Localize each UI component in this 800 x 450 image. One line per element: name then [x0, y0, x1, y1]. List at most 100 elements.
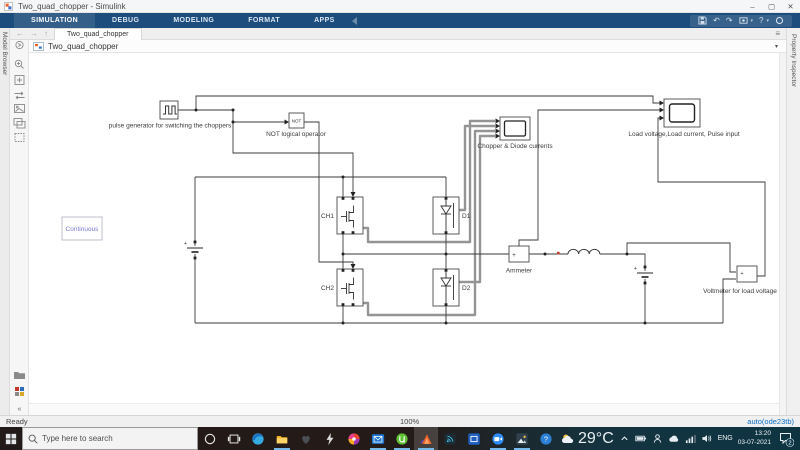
chevron-down-icon[interactable]: ▾: [766, 18, 769, 24]
breadcrumb-dropdown-icon[interactable]: ▾: [775, 43, 778, 50]
scope-load-label: Load voltage,Load current, Pulse input: [628, 131, 739, 138]
dc-source-right[interactable]: +: [634, 265, 653, 285]
colorful-browser-icon: [348, 432, 360, 445]
tab-modeling[interactable]: MODELING: [156, 13, 231, 28]
ch2-block[interactable]: CH2: [321, 268, 364, 307]
powergui-label: Continuous: [66, 226, 100, 233]
screenshot-icon[interactable]: [738, 16, 748, 25]
pulse-generator-block[interactable]: pulse generator for switching the choppe…: [109, 100, 232, 130]
folder-icon[interactable]: [14, 372, 25, 379]
matlab-icon: [419, 433, 432, 444]
battery-icon[interactable]: [634, 433, 647, 444]
save-icon[interactable]: [698, 16, 707, 25]
collapse-toolbar-icon[interactable]: «: [18, 406, 22, 413]
action-center-icon: 2: [780, 432, 794, 447]
dc-source-left[interactable]: +: [184, 240, 203, 260]
help-app-button[interactable]: ?: [534, 427, 558, 450]
select-area-icon[interactable]: [14, 133, 25, 142]
help-icon[interactable]: ?: [759, 15, 763, 26]
fit-view-icon[interactable]: [14, 75, 25, 85]
ch1-block[interactable]: CH1: [321, 196, 364, 235]
photos-icon: [516, 432, 528, 445]
browser-app-button[interactable]: [342, 427, 366, 450]
measurement-wires[interactable]: [363, 119, 495, 317]
lightning-app-button[interactable]: [318, 427, 342, 450]
photos-button[interactable]: [510, 427, 534, 450]
library-icon[interactable]: [13, 118, 26, 129]
search-placeholder: Type here to search: [42, 434, 113, 443]
antenna-app-button[interactable]: [438, 427, 462, 450]
volume-icon[interactable]: [701, 433, 713, 444]
vertical-scrollbar[interactable]: [779, 53, 786, 415]
voltmeter-block[interactable]: + Voltmeter for load voltage: [703, 265, 777, 295]
dc-source-right-plus: +: [634, 266, 637, 272]
ammeter-label: Ammeter: [506, 268, 533, 275]
action-center-button[interactable]: 2: [776, 427, 796, 450]
clock[interactable]: 13:20 03-07-2021: [738, 430, 771, 446]
mail-button[interactable]: [366, 427, 390, 450]
document-tab-bar: ← → ↑ Two_quad_chopper ≡: [10, 27, 786, 40]
heart-app-button[interactable]: [294, 427, 318, 450]
blue-app-button[interactable]: [462, 427, 486, 450]
taskbar-search[interactable]: Type here to search: [22, 427, 198, 450]
model-browser-panel-tab[interactable]: Model Browser: [0, 28, 10, 415]
forward-arrow-icon[interactable]: →: [30, 29, 38, 38]
close-button[interactable]: ✕: [781, 0, 800, 13]
tab-simulation[interactable]: SIMULATION: [14, 13, 96, 28]
model-canvas[interactable]: pulse generator for switching the choppe…: [29, 53, 779, 403]
antenna-signal-icon: [444, 432, 456, 445]
tab-format[interactable]: FORMAT: [231, 13, 297, 28]
clock-date: 03-07-2021: [737, 438, 771, 446]
tab-apps[interactable]: APPS: [297, 13, 352, 28]
file-explorer-button[interactable]: [270, 427, 294, 450]
search-ring-icon[interactable]: [775, 16, 784, 25]
property-inspector-panel-tab[interactable]: Property Inspector: [786, 28, 800, 415]
ammeter-block[interactable]: + Ammeter: [506, 245, 533, 275]
document-tab[interactable]: Two_quad_chopper: [54, 27, 142, 40]
matlab-button[interactable]: [414, 427, 438, 450]
language-indicator[interactable]: ENG: [718, 435, 733, 442]
d2-label: D2: [462, 285, 471, 292]
network-signal-icon[interactable]: [685, 433, 696, 444]
simulink-logo-icon: [4, 1, 13, 11]
not-operator-block[interactable]: NOT NOT logical operator: [266, 112, 327, 138]
task-view-button[interactable]: [222, 427, 246, 450]
task-view-icon: [227, 434, 241, 443]
palette-grid-icon[interactable]: [15, 387, 24, 396]
quick-access-collapse-icon[interactable]: [351, 16, 357, 25]
scope-load-block[interactable]: Load voltage,Load current, Pulse input: [628, 98, 740, 138]
start-button[interactable]: [0, 427, 22, 450]
hide-browser-icon[interactable]: [15, 40, 24, 50]
edge-button[interactable]: [246, 427, 270, 450]
onedrive-cloud-icon[interactable]: [668, 433, 680, 444]
heart-icon: [302, 435, 310, 444]
inductor[interactable]: [557, 248, 610, 255]
powergui-block[interactable]: Continuous: [61, 216, 103, 241]
chevron-down-icon[interactable]: ▾: [751, 18, 754, 24]
minimize-button[interactable]: –: [743, 0, 762, 13]
solver-indicator[interactable]: auto(ode23tb): [747, 417, 794, 426]
not-block-text: NOT: [292, 119, 302, 124]
d2-block[interactable]: D2: [432, 268, 471, 307]
redo-icon[interactable]: ↷: [726, 15, 733, 26]
weather-widget[interactable]: 29°C: [560, 430, 614, 448]
annotation-image-icon[interactable]: [14, 104, 25, 113]
undo-icon[interactable]: ↶: [713, 15, 720, 26]
zoom-icon[interactable]: [14, 59, 24, 69]
compare-icon[interactable]: [14, 91, 25, 100]
clock-time: 13:20: [754, 430, 771, 438]
back-arrow-icon[interactable]: ←: [16, 29, 24, 38]
maximize-button[interactable]: ▢: [762, 0, 781, 13]
utorrent-button[interactable]: [390, 427, 414, 450]
horizontal-scrollbar[interactable]: [29, 403, 779, 415]
user-account-icon[interactable]: [652, 433, 663, 444]
breadcrumb-model-name[interactable]: Two_quad_chopper: [48, 42, 118, 51]
cortana-button[interactable]: [198, 427, 222, 450]
tab-list-menu-icon[interactable]: ≡: [775, 29, 780, 38]
ribbon-tab-bar: SIMULATION DEBUG MODELING FORMAT APPS ↶ …: [0, 13, 800, 28]
tab-debug[interactable]: DEBUG: [95, 13, 156, 28]
zoom-button[interactable]: [486, 427, 510, 450]
not-operator-label: NOT logical operator: [266, 131, 327, 138]
up-arrow-icon[interactable]: ↑: [44, 29, 48, 38]
chevron-up-icon[interactable]: [619, 433, 630, 444]
